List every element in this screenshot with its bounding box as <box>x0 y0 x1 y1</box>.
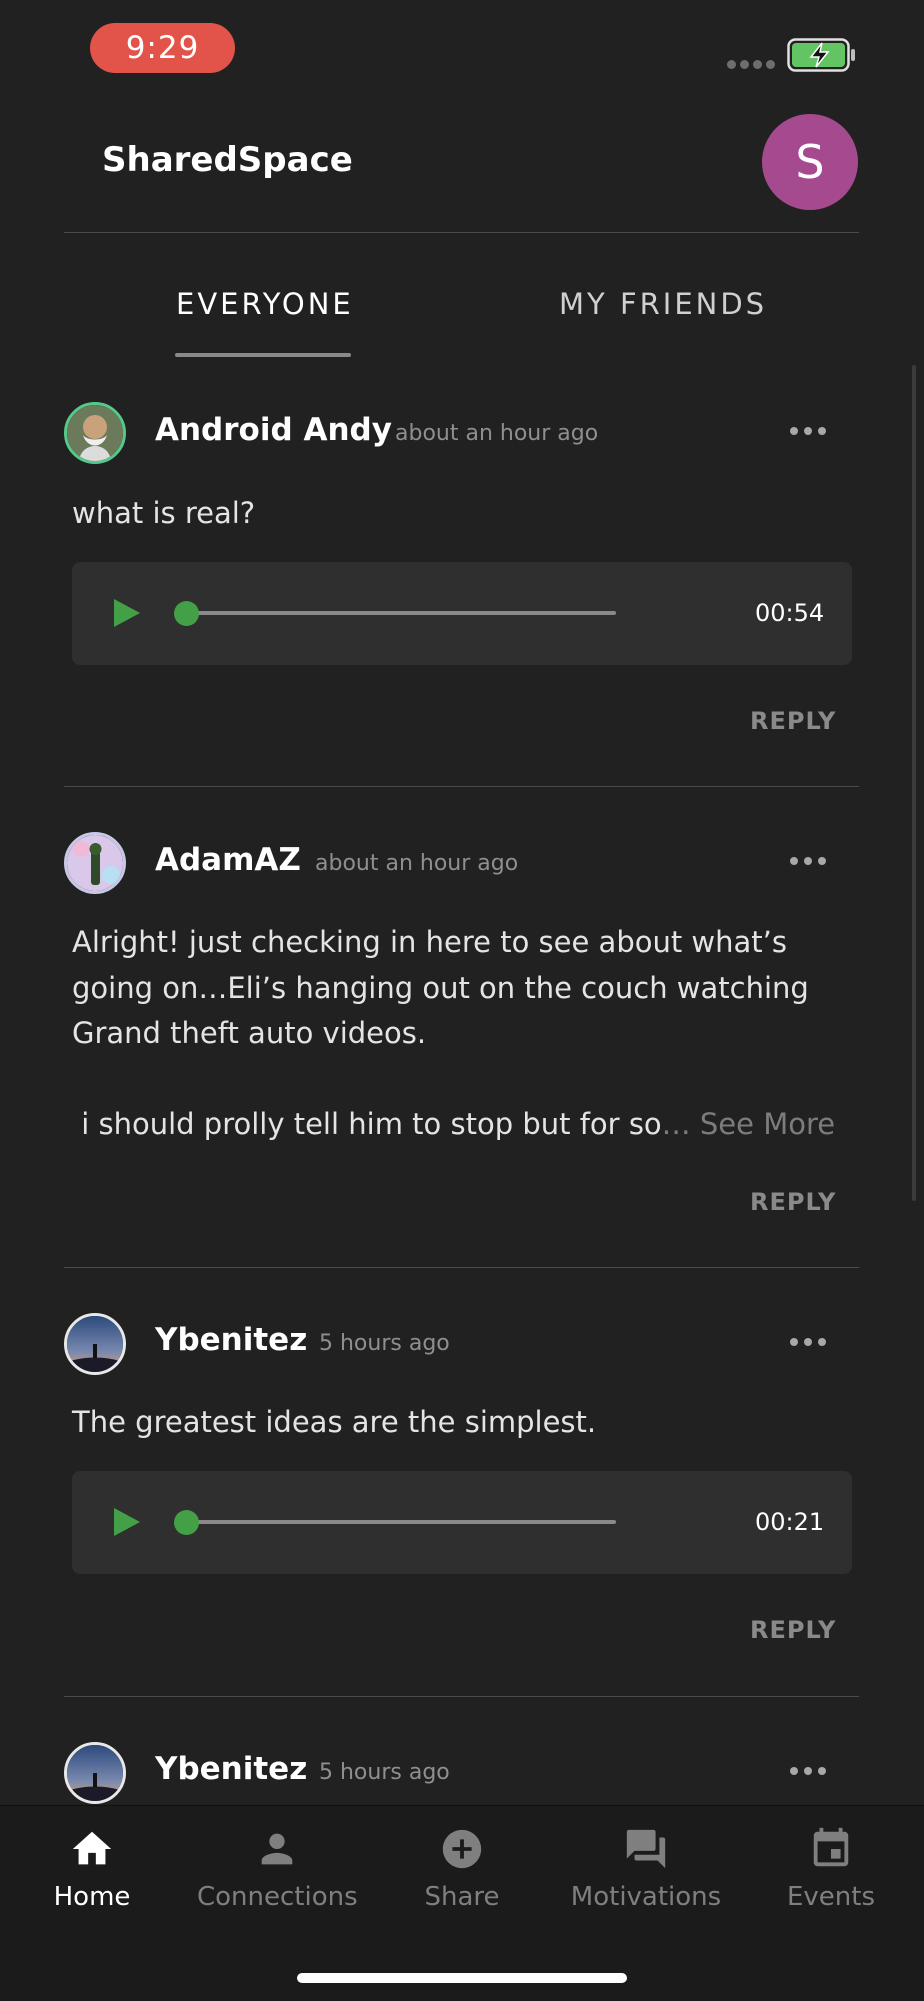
post-text: what is real? <box>72 496 256 530</box>
play-icon[interactable] <box>112 597 142 629</box>
avatar[interactable] <box>64 832 126 894</box>
post-timestamp: 5 hours ago <box>319 1760 450 1785</box>
tab-everyone[interactable]: EVERYONE <box>176 287 354 321</box>
post-divider <box>64 1696 859 1697</box>
audio-track[interactable] <box>184 1520 616 1524</box>
signal-icon <box>727 60 775 69</box>
nav-label: Connections <box>197 1882 358 1912</box>
post-text-line: going on…Eli’s hanging out on the couch … <box>72 971 809 1005</box>
see-more-link[interactable]: … See More <box>662 1107 835 1141</box>
person-icon <box>261 1833 293 1865</box>
nav-label: Home <box>53 1882 131 1912</box>
chat-icon <box>626 1829 666 1869</box>
header-divider <box>64 232 859 233</box>
tab-active-indicator <box>175 353 351 357</box>
scrollbar[interactable] <box>912 365 916 1201</box>
post-username[interactable]: Ybenitez <box>155 1751 307 1787</box>
tab-my-friends[interactable]: MY FRIENDS <box>559 287 767 321</box>
avatar[interactable] <box>64 402 126 464</box>
nav-home[interactable]: Home <box>12 1806 172 1912</box>
reply-button[interactable]: REPLY <box>750 1616 836 1644</box>
reply-button[interactable]: REPLY <box>750 707 836 735</box>
calendar-icon <box>813 1827 849 1867</box>
post-username[interactable]: Ybenitez <box>155 1322 307 1358</box>
nav-motivations[interactable]: Motivations <box>566 1806 726 1912</box>
nav-label: Share <box>424 1882 500 1912</box>
post-text-line: Grand theft auto videos. <box>72 1016 427 1050</box>
more-options-icon[interactable] <box>790 419 840 443</box>
avatar[interactable] <box>64 1313 126 1375</box>
audio-scrub-handle[interactable] <box>174 601 199 626</box>
more-options-icon[interactable] <box>790 1330 840 1354</box>
battery-charging-icon <box>787 38 855 72</box>
post-text-line: Alright! just checking in here to see ab… <box>72 925 788 959</box>
profile-avatar[interactable]: S <box>762 114 858 210</box>
more-options-icon[interactable] <box>790 1759 840 1783</box>
more-options-icon[interactable] <box>790 849 840 873</box>
nav-label: Events <box>786 1882 876 1912</box>
status-time: 9:29 <box>90 23 235 73</box>
nav-label: Motivations <box>570 1882 722 1912</box>
nav-events[interactable]: Events <box>751 1806 911 1912</box>
post-text: The greatest ideas are the simplest. <box>72 1405 597 1439</box>
audio-scrub-handle[interactable] <box>174 1510 199 1535</box>
audio-duration: 00:54 <box>755 599 825 627</box>
bottom-navigation: Home Connections Share Motivations Event… <box>0 1805 924 2001</box>
home-indicator[interactable] <box>297 1973 627 1983</box>
add-circle-icon <box>442 1829 482 1869</box>
reply-button[interactable]: REPLY <box>750 1188 836 1216</box>
nav-share[interactable]: Share <box>382 1806 542 1912</box>
post-text-line: i should prolly tell him to stop but for… <box>72 1107 836 1141</box>
post-divider <box>64 1267 859 1268</box>
post-divider <box>64 786 859 787</box>
audio-duration: 00:21 <box>755 1508 825 1536</box>
post-username[interactable]: AdamAZ <box>155 842 301 878</box>
post-timestamp: about an hour ago <box>395 421 599 446</box>
post-username[interactable]: Android Andy <box>155 412 392 448</box>
home-icon <box>72 1831 112 1865</box>
audio-track[interactable] <box>184 611 616 615</box>
audio-player: 00:54 <box>72 562 852 665</box>
post-timestamp: 5 hours ago <box>319 1331 450 1356</box>
post-timestamp: about an hour ago <box>315 851 519 876</box>
audio-player: 00:21 <box>72 1471 852 1574</box>
avatar[interactable] <box>64 1742 126 1804</box>
app-title: SharedSpace <box>102 140 353 180</box>
nav-connections[interactable]: Connections <box>197 1806 358 1912</box>
play-icon[interactable] <box>112 1506 142 1538</box>
